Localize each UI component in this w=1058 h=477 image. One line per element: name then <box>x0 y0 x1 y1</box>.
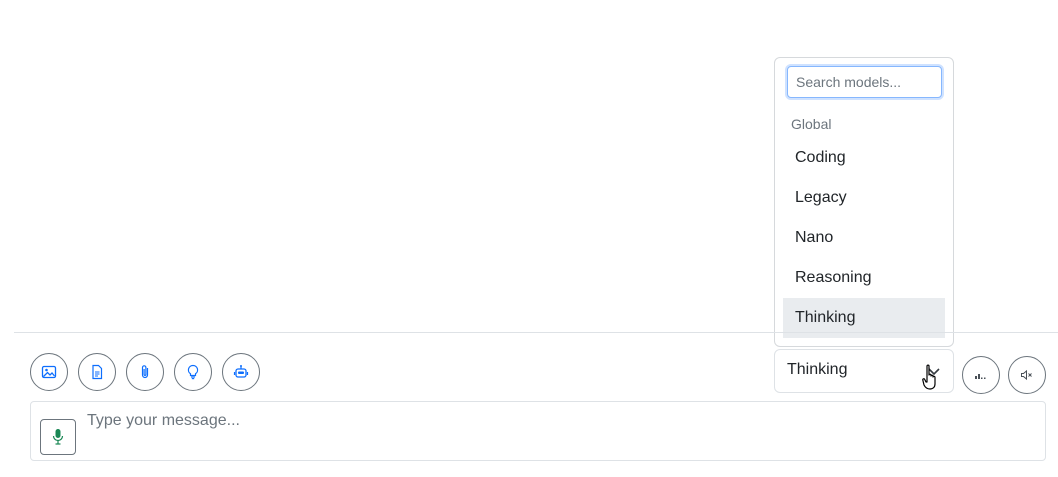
model-select-value: Thinking <box>787 361 848 378</box>
model-option-reasoning[interactable]: Reasoning <box>783 258 945 298</box>
hand-cursor-icon <box>922 364 936 390</box>
document-button[interactable] <box>78 353 116 391</box>
bot-button[interactable] <box>222 353 260 391</box>
audio-bars-icon <box>975 374 986 379</box>
chat-page: Global Coding Legacy Nano Reasoning Thin… <box>0 0 1058 477</box>
paperclip-icon <box>141 365 149 379</box>
divider <box>14 332 1058 333</box>
model-option-legacy[interactable]: Legacy <box>783 178 945 218</box>
idea-button[interactable] <box>174 353 212 391</box>
message-input[interactable] <box>85 408 1029 460</box>
model-option-list: Coding Legacy Nano Reasoning Thinking <box>783 138 945 338</box>
speaker-mute-icon <box>1021 369 1032 381</box>
robot-icon <box>233 365 249 378</box>
model-search-input[interactable] <box>787 66 942 98</box>
model-option-coding[interactable]: Coding <box>783 138 945 178</box>
microphone-icon <box>52 429 64 445</box>
message-composer <box>30 401 1046 461</box>
document-icon <box>92 364 103 380</box>
model-option-nano[interactable]: Nano <box>783 218 945 258</box>
audio-level-button[interactable] <box>962 356 1000 394</box>
mute-button[interactable] <box>1008 356 1046 394</box>
lightbulb-icon <box>187 364 199 380</box>
image-icon <box>41 365 57 379</box>
image-upload-button[interactable] <box>30 353 68 391</box>
model-dropdown: Global Coding Legacy Nano Reasoning Thin… <box>774 57 954 347</box>
dropdown-group-label: Global <box>791 116 832 132</box>
microphone-button[interactable] <box>40 419 76 455</box>
attach-button[interactable] <box>126 353 164 391</box>
